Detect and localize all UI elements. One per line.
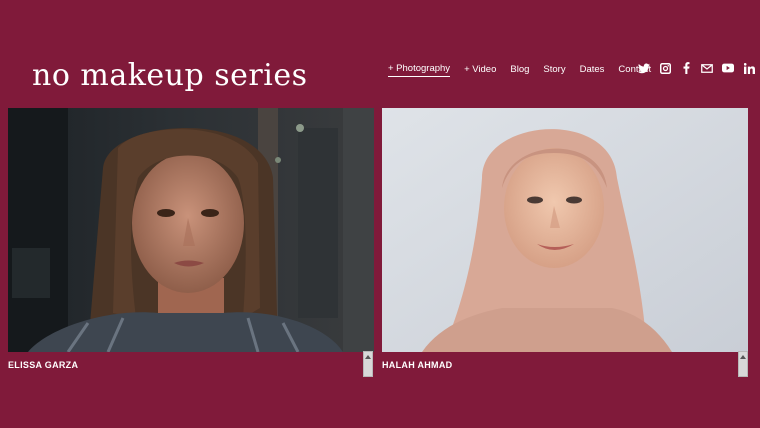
youtube-icon[interactable] [722, 62, 734, 74]
portrait-name-right[interactable]: HALAH AHMAD [382, 360, 452, 370]
facebook-icon[interactable] [680, 62, 692, 74]
nav-blog[interactable]: Blog [510, 63, 529, 77]
mail-icon[interactable] [701, 62, 713, 74]
nav-dates[interactable]: Dates [580, 63, 605, 77]
nav-photography[interactable]: + Photography [388, 62, 451, 77]
portrait-card-left[interactable] [8, 108, 374, 352]
twitter-icon[interactable] [638, 62, 650, 74]
scrollbar-left[interactable] [363, 351, 373, 377]
logo-text-a: no makeup ser [32, 58, 264, 93]
nav-video[interactable]: + Video [464, 63, 496, 77]
scroll-up-arrow-icon[interactable] [365, 355, 371, 359]
portrait-image-left [8, 108, 374, 352]
nav-story[interactable]: Story [543, 63, 565, 77]
scrollbar-right[interactable] [738, 351, 748, 377]
portrait-card-right[interactable] [382, 108, 748, 352]
linkedin-icon[interactable] [743, 62, 755, 74]
logo-text-b: i [263, 58, 274, 93]
portrait-image-right [382, 108, 748, 352]
social-links [638, 62, 755, 74]
site-logo[interactable]: no makeup series [32, 56, 308, 96]
main-nav: + Photography + Video Blog Story Dates C… [388, 62, 665, 77]
scroll-up-arrow-icon[interactable] [740, 355, 746, 359]
logo-text-c: es [273, 58, 308, 93]
instagram-icon[interactable] [659, 62, 671, 74]
portrait-name-left[interactable]: ELISSA GARZA [8, 360, 78, 370]
